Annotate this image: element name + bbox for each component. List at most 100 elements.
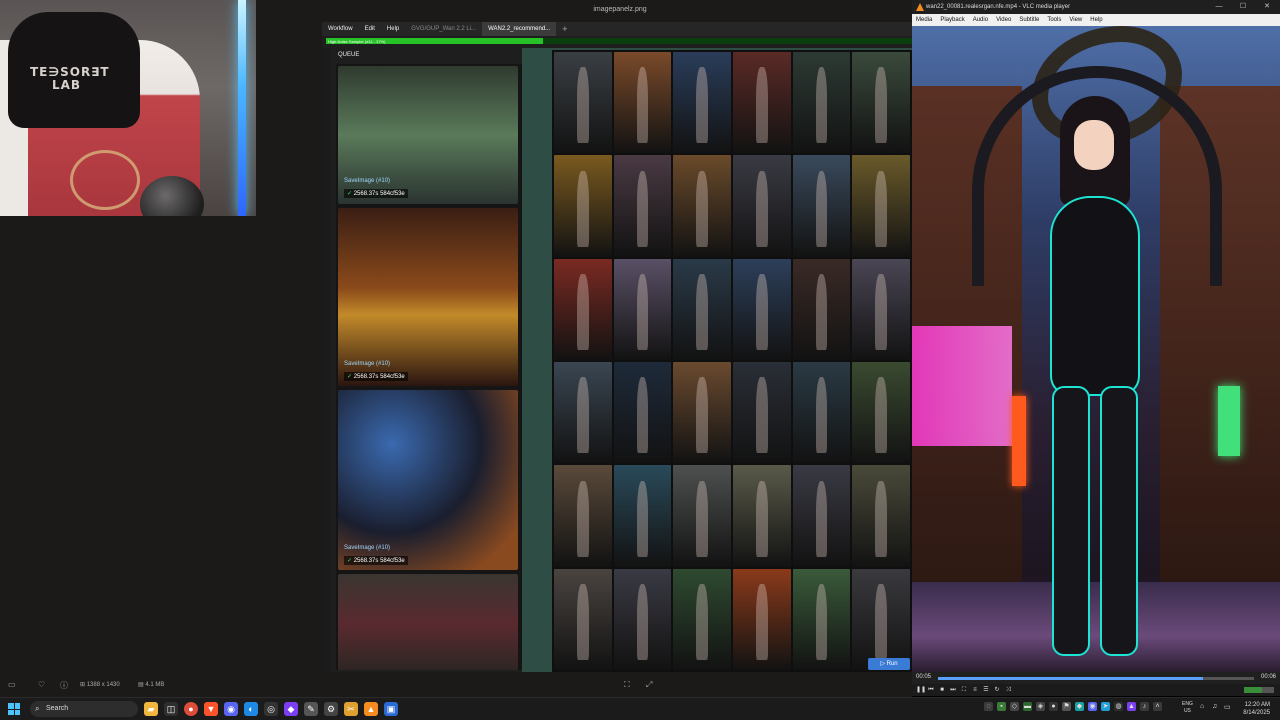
- shuffle-icon[interactable]: ⤨: [1004, 687, 1012, 694]
- tray-steam-icon[interactable]: ◍: [1114, 702, 1123, 711]
- fit-screen-icon[interactable]: ⛶: [624, 680, 630, 690]
- playlist-icon[interactable]: ☰: [982, 687, 990, 694]
- vlc-menu-audio[interactable]: Audio: [969, 17, 992, 23]
- queue-image-3[interactable]: [338, 390, 518, 570]
- vlc-menu-subtitle[interactable]: Subtitle: [1015, 17, 1043, 23]
- grid-image-21[interactable]: [673, 362, 731, 464]
- grid-image-15[interactable]: [673, 258, 731, 360]
- file-explorer-icon[interactable]: ▰: [144, 702, 158, 716]
- obs-icon[interactable]: ◎: [264, 702, 278, 716]
- tray-nvidia-icon[interactable]: ▪: [997, 702, 1006, 711]
- vlc-menu-media[interactable]: Media: [912, 17, 936, 23]
- grid-image-29[interactable]: [792, 465, 851, 567]
- vlc-menu-video[interactable]: Video: [992, 17, 1015, 23]
- grid-image-3[interactable]: [673, 52, 731, 154]
- add-tab-button[interactable]: +: [556, 24, 573, 34]
- app-purple-icon[interactable]: ◆: [284, 702, 298, 716]
- queue-image-4[interactable]: [338, 574, 518, 670]
- grid-image-12[interactable]: [852, 155, 910, 257]
- snip-tool-icon[interactable]: ✂: [344, 702, 358, 716]
- volume-icon[interactable]: ♫: [1212, 703, 1217, 710]
- settings-gear-icon[interactable]: ⚙: [324, 702, 338, 716]
- menu-workflow[interactable]: Workflow: [322, 26, 359, 32]
- tab-workflow-2[interactable]: WAN2.2_recommend...: [482, 22, 557, 36]
- tray-app-icon[interactable]: ▲: [1127, 702, 1136, 711]
- grid-image-2[interactable]: [613, 52, 672, 154]
- grid-image-25[interactable]: [554, 465, 612, 567]
- store-icon[interactable]: ◫: [164, 702, 178, 716]
- microphone-icon[interactable]: ♪: [1140, 702, 1149, 711]
- grid-image-31[interactable]: [554, 568, 612, 670]
- pause-icon[interactable]: ❚❚: [916, 687, 926, 694]
- close-icon[interactable]: ✕: [1256, 0, 1278, 14]
- grid-image-7[interactable]: [554, 155, 612, 257]
- grid-image-5[interactable]: [792, 52, 851, 154]
- tray-icon[interactable]: ▬: [1023, 702, 1032, 711]
- grid-image-6[interactable]: [852, 52, 910, 154]
- heart-icon[interactable]: ♡: [38, 680, 45, 689]
- language-indicator[interactable]: ENG US: [1182, 701, 1193, 715]
- chrome-icon[interactable]: ●: [184, 702, 198, 716]
- image-viewer-taskbar-icon[interactable]: ▣: [384, 702, 398, 716]
- next-icon[interactable]: ⏭: [949, 687, 957, 694]
- grid-image-10[interactable]: [733, 155, 791, 257]
- grid-image-26[interactable]: [613, 465, 672, 567]
- tray-discord-icon[interactable]: ◉: [1088, 702, 1097, 711]
- grid-image-17[interactable]: [792, 258, 851, 360]
- grid-image-11[interactable]: [792, 155, 851, 257]
- grid-image-33[interactable]: [673, 568, 731, 670]
- grid-image-13[interactable]: [554, 258, 612, 360]
- minimize-icon[interactable]: —: [1208, 0, 1230, 14]
- tray-icon[interactable]: ⚑: [1062, 702, 1071, 711]
- vlc-menu-help[interactable]: Help: [1086, 17, 1106, 23]
- grid-image-27[interactable]: [673, 465, 731, 567]
- fullscreen-icon[interactable]: ⛶: [960, 687, 968, 694]
- grid-image-1[interactable]: [554, 52, 612, 154]
- tray-app-icon[interactable]: ◌: [984, 702, 993, 711]
- tab-workflow-1[interactable]: GVG/GUP_Wan 2.2 Li...: [405, 26, 482, 32]
- grid-image-16[interactable]: [733, 258, 791, 360]
- grid-image-22[interactable]: [733, 362, 791, 464]
- grid-image-9[interactable]: [673, 155, 731, 257]
- grid-image-23[interactable]: [792, 362, 851, 464]
- vlc-volume-slider[interactable]: [1244, 687, 1274, 693]
- previous-icon[interactable]: ⏮: [927, 687, 935, 694]
- grid-image-4[interactable]: [733, 52, 791, 154]
- grid-image-8[interactable]: [613, 155, 672, 257]
- taskbar-clock[interactable]: 12:20 AM 8/14/2025: [1236, 701, 1270, 717]
- vlc-taskbar-icon[interactable]: ▲: [364, 702, 378, 716]
- vlc-seek-track[interactable]: [938, 677, 1254, 680]
- maximize-icon[interactable]: ☐: [1232, 0, 1254, 14]
- menu-edit[interactable]: Edit: [359, 26, 381, 32]
- queue-image-2[interactable]: [338, 208, 518, 386]
- tray-icon[interactable]: ●: [1049, 702, 1058, 711]
- vlc-menu-tools[interactable]: Tools: [1043, 17, 1065, 23]
- tray-icon[interactable]: ◈: [1036, 702, 1045, 711]
- tray-icon[interactable]: ◆: [1075, 702, 1084, 711]
- grid-image-34[interactable]: [733, 568, 791, 670]
- vlc-video-frame[interactable]: [912, 26, 1280, 672]
- menu-help[interactable]: Help: [381, 26, 405, 32]
- loop-icon[interactable]: ↻: [993, 687, 1001, 694]
- grid-image-35[interactable]: [792, 568, 851, 670]
- grid-image-20[interactable]: [613, 362, 672, 464]
- grid-image-30[interactable]: [852, 465, 910, 567]
- info-icon[interactable]: ⓘ: [60, 680, 68, 691]
- screen-icon[interactable]: ▭: [8, 680, 16, 689]
- grid-image-19[interactable]: [554, 362, 612, 464]
- fullscreen-icon[interactable]: ⤢: [646, 680, 652, 690]
- tray-icon[interactable]: ◇: [1010, 702, 1019, 711]
- grid-image-18[interactable]: [852, 258, 910, 360]
- notepad-icon[interactable]: ✎: [304, 702, 318, 716]
- extended-settings-icon[interactable]: ≡: [971, 687, 979, 694]
- grid-image-24[interactable]: [852, 362, 910, 464]
- network-icon[interactable]: ⌂: [1200, 703, 1204, 710]
- grid-image-32[interactable]: [613, 568, 672, 670]
- vlc-menu-view[interactable]: View: [1065, 17, 1086, 23]
- taskbar-search[interactable]: ⌕ Search: [30, 701, 138, 717]
- brave-icon[interactable]: ▼: [204, 702, 218, 716]
- browser-icon[interactable]: ◐: [244, 702, 258, 716]
- chevron-up-icon[interactable]: ˄: [1153, 702, 1162, 711]
- battery-icon[interactable]: ▭: [1224, 703, 1231, 711]
- discord-icon[interactable]: ◉: [224, 702, 238, 716]
